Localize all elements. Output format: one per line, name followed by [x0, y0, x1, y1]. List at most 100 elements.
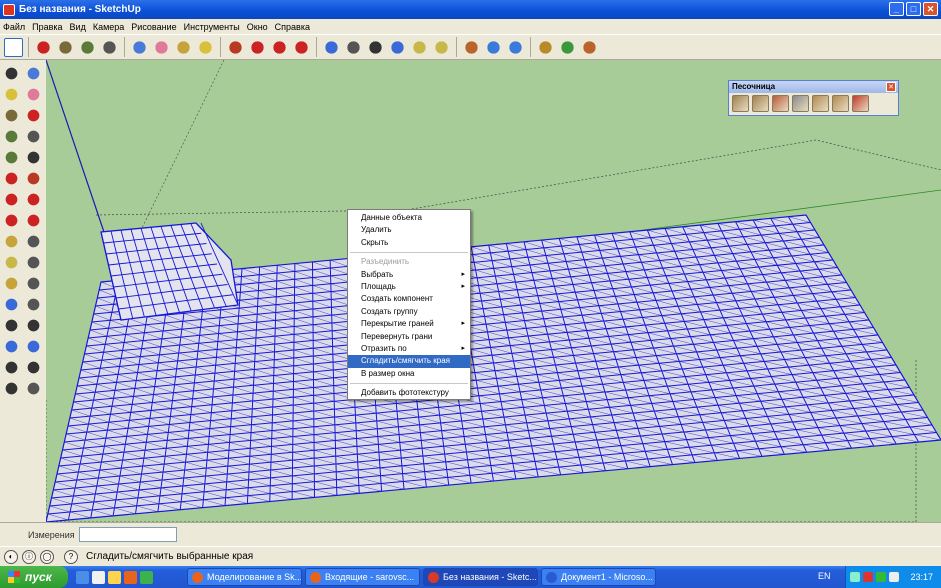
volume-icon[interactable]	[889, 572, 899, 582]
push-pull-icon[interactable]	[226, 37, 245, 57]
menu-1[interactable]: Правка	[32, 22, 62, 32]
context-menu-item[interactable]: Данные объекта	[348, 212, 470, 224]
smoove-icon[interactable]	[772, 95, 789, 112]
eraser-icon[interactable]	[152, 37, 171, 57]
move-icon[interactable]	[248, 37, 267, 57]
close-button[interactable]: ✕	[923, 2, 938, 16]
walk-icon[interactable]	[2, 379, 21, 398]
context-menu-item[interactable]: Площадь ▸	[348, 281, 470, 293]
drape-icon[interactable]	[812, 95, 829, 112]
context-menu-item[interactable]: Удалить	[348, 224, 470, 236]
pan-icon[interactable]	[344, 37, 363, 57]
context-menu-item[interactable]: В размер окна	[348, 368, 470, 380]
context-menu-item[interactable]: Скрыть	[348, 237, 470, 249]
protractor-icon[interactable]	[2, 253, 21, 272]
menu-3[interactable]: Камера	[93, 22, 124, 32]
paint-bucket-icon[interactable]	[196, 37, 215, 57]
zoom-icon[interactable]	[2, 316, 21, 335]
make-component-icon[interactable]	[130, 37, 149, 57]
measurements-input[interactable]	[78, 527, 177, 542]
menu-0[interactable]: Файл	[3, 22, 25, 32]
maximize-button[interactable]: □	[906, 2, 921, 16]
scale-icon[interactable]	[2, 211, 21, 230]
show-desktop-icon[interactable]	[76, 570, 89, 584]
menu-2[interactable]: Вид	[70, 22, 86, 32]
tape-measure-icon[interactable]	[174, 37, 193, 57]
context-menu-item[interactable]: Отразить по ▸	[348, 343, 470, 355]
geo-location-icon[interactable]: ◐	[4, 549, 18, 564]
arc-icon[interactable]	[24, 127, 43, 146]
chrome-icon[interactable]	[140, 570, 153, 584]
antivirus-icon[interactable]	[863, 572, 873, 582]
taskbar-button[interactable]: Входящие - sarovsc...	[305, 568, 420, 586]
context-menu-item[interactable]: Создать компонент	[348, 293, 470, 305]
rectangle-icon[interactable]	[2, 106, 21, 125]
network-icon[interactable]	[850, 572, 860, 582]
credits-icon[interactable]: ⓘ	[22, 549, 36, 564]
position-camera-icon[interactable]	[462, 37, 481, 57]
taskbar-button[interactable]: Документ1 - Microso...	[541, 568, 656, 586]
context-menu-item[interactable]: Перекрытие граней ▸	[348, 318, 470, 330]
look-around-icon[interactable]	[506, 37, 525, 57]
notepad-icon[interactable]	[92, 570, 105, 584]
menu-6[interactable]: Окно	[247, 22, 268, 32]
components-icon[interactable]	[580, 37, 599, 57]
offset-icon[interactable]	[24, 211, 43, 230]
zoom-extents-icon[interactable]	[388, 37, 407, 57]
circle-icon[interactable]	[78, 37, 97, 57]
terrain-scene[interactable]	[46, 60, 941, 522]
select-icon[interactable]	[2, 64, 21, 83]
walk-icon[interactable]	[484, 37, 503, 57]
3d-text-icon[interactable]	[24, 274, 43, 293]
position-camera-icon[interactable]	[2, 358, 21, 377]
follow-me-icon[interactable]	[24, 190, 43, 209]
eraser-icon[interactable]	[24, 85, 43, 104]
zoom-extents-icon[interactable]	[2, 337, 21, 356]
menu-7[interactable]: Справка	[275, 22, 310, 32]
sandbox-close-button[interactable]: ✕	[886, 82, 896, 92]
orbit-icon[interactable]	[322, 37, 341, 57]
arc-icon[interactable]	[100, 37, 119, 57]
follow-me-icon[interactable]	[292, 37, 311, 57]
drawing-viewport[interactable]	[46, 60, 941, 522]
menu-4[interactable]: Рисование	[131, 22, 176, 32]
help-icon[interactable]: ?	[64, 549, 78, 564]
language-indicator[interactable]: EN	[818, 571, 831, 581]
rotate-icon[interactable]	[2, 190, 21, 209]
freehand-icon[interactable]	[24, 148, 43, 167]
move-icon[interactable]	[2, 169, 21, 188]
add-detail-icon[interactable]	[832, 95, 849, 112]
firefox-icon[interactable]	[124, 570, 137, 584]
rectangle-icon[interactable]	[56, 37, 75, 57]
tape-measure-icon[interactable]	[2, 232, 21, 251]
next-view-icon[interactable]	[432, 37, 451, 57]
orbit-icon[interactable]	[2, 295, 21, 314]
from-contours-icon[interactable]	[732, 95, 749, 112]
rotate-icon[interactable]	[270, 37, 289, 57]
user-icon[interactable]: ◯	[40, 549, 54, 564]
terrain-hill[interactable]	[100, 222, 239, 321]
select-icon[interactable]	[4, 37, 23, 57]
dimension-icon[interactable]	[24, 232, 43, 251]
flip-edge-icon[interactable]	[852, 95, 869, 112]
start-button[interactable]: пуск	[0, 566, 68, 588]
text-icon[interactable]	[24, 253, 43, 272]
menu-5[interactable]: Инструменты	[184, 22, 240, 32]
paint-bucket-icon[interactable]	[2, 85, 21, 104]
previous-view-icon[interactable]	[410, 37, 429, 57]
context-menu-item[interactable]: Создать группу	[348, 306, 470, 318]
update-icon[interactable]	[876, 572, 886, 582]
pencil-icon[interactable]	[34, 37, 53, 57]
zoom-window-icon[interactable]	[24, 316, 43, 335]
context-menu-item[interactable]: Добавить фототекстуру	[348, 387, 470, 399]
zoom-icon[interactable]	[366, 37, 385, 57]
stamp-icon[interactable]	[792, 95, 809, 112]
taskbar-button[interactable]: Моделирование в Sk...	[187, 568, 302, 586]
look-around-icon[interactable]	[24, 358, 43, 377]
make-component-icon[interactable]	[24, 64, 43, 83]
axes-icon[interactable]	[2, 274, 21, 293]
minimize-button[interactable]: _	[889, 2, 904, 16]
taskbar-button[interactable]: Без названия - Sketc...	[423, 568, 538, 586]
share-model-icon[interactable]	[558, 37, 577, 57]
folder-icon[interactable]	[108, 570, 121, 584]
